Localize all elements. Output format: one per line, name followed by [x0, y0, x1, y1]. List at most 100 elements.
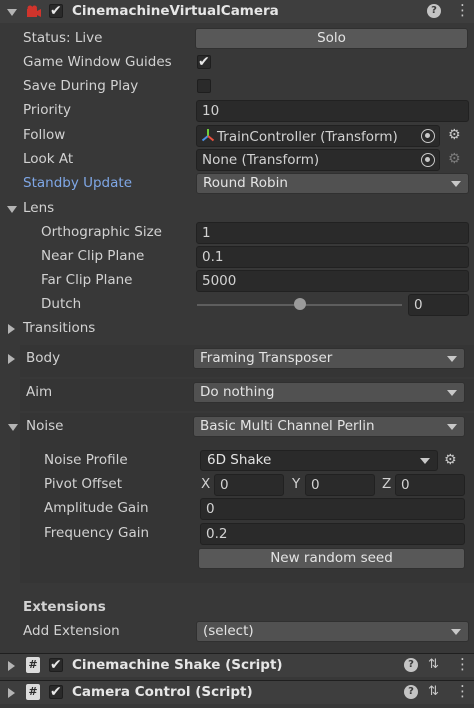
- dutch-label: Dutch: [41, 296, 82, 312]
- extensions-heading-row: Extensions: [0, 596, 474, 620]
- dutch-row: Dutch 0: [0, 293, 474, 317]
- dutch-input[interactable]: 0: [408, 294, 469, 316]
- component-foldout-arrow[interactable]: [8, 688, 15, 698]
- pivot-offset-y-input[interactable]: 0: [305, 474, 375, 496]
- object-picker-icon[interactable]: [421, 153, 435, 167]
- noise-profile-dropdown[interactable]: 6D Shake: [200, 450, 438, 471]
- new-random-seed-button[interactable]: New random seed: [198, 548, 465, 569]
- noise-dropdown[interactable]: Basic Multi Channel Perlin: [193, 416, 465, 437]
- transform-axes-icon: [201, 128, 215, 146]
- component-title: Camera Control (Script): [72, 684, 253, 700]
- body-value: Framing Transposer: [200, 350, 333, 366]
- context-menu-icon[interactable]: ⋮: [455, 657, 470, 672]
- standby-update-label: Standby Update: [23, 175, 133, 191]
- pivot-offset-label: Pivot Offset: [44, 476, 122, 492]
- gear-icon: ⚙: [448, 151, 461, 167]
- pivot-offset-z-input[interactable]: 0: [395, 474, 465, 496]
- script-icon: #: [26, 684, 40, 700]
- lens-foldout-row[interactable]: Lens: [0, 197, 474, 221]
- near-clip-plane-label: Near Clip Plane: [41, 248, 145, 264]
- component-header-cinemachine-virtual-camera[interactable]: ✔ CinemachineVirtualCamera ? ⋮: [0, 0, 474, 23]
- transitions-foldout-arrow[interactable]: [8, 324, 15, 334]
- status-row: Status: Live Solo: [0, 27, 474, 51]
- component-header-camera-control[interactable]: # ✔ Camera Control (Script) ? ⇅ ⋮: [0, 680, 474, 704]
- amplitude-gain-input[interactable]: 0: [200, 498, 465, 520]
- dropdown-arrow-icon: [447, 424, 457, 430]
- body-label: Body: [26, 350, 61, 366]
- body-foldout-arrow[interactable]: [8, 354, 15, 364]
- noise-profile-label: Noise Profile: [44, 452, 128, 468]
- noise-foldout-arrow[interactable]: [8, 424, 18, 431]
- gear-icon[interactable]: ⚙: [444, 453, 457, 467]
- priority-input[interactable]: 10: [196, 100, 469, 122]
- context-menu-icon[interactable]: ⋮: [455, 684, 470, 699]
- game-window-guides-row: Game Window Guides ✔: [0, 51, 474, 75]
- body-row: Body Framing Transposer: [0, 347, 474, 371]
- save-during-play-row: Save During Play: [0, 75, 474, 99]
- noise-profile-value: 6D Shake: [207, 452, 272, 468]
- standby-update-row: Standby Update Round Robin: [0, 172, 474, 196]
- new-random-seed-row: New random seed: [0, 547, 474, 571]
- pivot-offset-x-input[interactable]: 0: [214, 474, 284, 496]
- body-dropdown[interactable]: Framing Transposer: [193, 348, 465, 369]
- standby-update-value: Round Robin: [203, 175, 288, 191]
- aim-label: Aim: [26, 384, 53, 400]
- aim-dropdown[interactable]: Do nothing: [193, 382, 465, 403]
- orthographic-size-row: Orthographic Size 1: [0, 221, 474, 245]
- near-clip-plane-input[interactable]: 0.1: [196, 246, 469, 268]
- help-icon[interactable]: ?: [404, 685, 418, 699]
- add-extension-row: Add Extension (select): [0, 620, 474, 644]
- preset-icon[interactable]: ⇅: [428, 685, 439, 699]
- add-extension-label: Add Extension: [23, 623, 120, 639]
- script-icon: #: [26, 657, 40, 673]
- look-at-object-field[interactable]: None (Transform): [196, 149, 440, 171]
- checkmark-icon: ✔: [50, 684, 62, 700]
- noise-row: Noise Basic Multi Channel Perlin: [0, 415, 474, 439]
- dutch-slider-thumb[interactable]: [293, 298, 306, 310]
- solo-button[interactable]: Solo: [195, 28, 468, 49]
- standby-update-dropdown[interactable]: Round Robin: [196, 173, 469, 194]
- transitions-foldout-row[interactable]: Transitions: [0, 317, 474, 341]
- amplitude-gain-row: Amplitude Gain 0: [0, 497, 474, 521]
- follow-row: Follow TrainController (Transform) ⚙: [0, 124, 474, 148]
- noise-profile-row: Noise Profile 6D Shake ⚙: [0, 449, 474, 473]
- transitions-label: Transitions: [23, 320, 96, 336]
- far-clip-plane-row: Far Clip Plane 5000: [0, 269, 474, 293]
- checkmark-icon: ✔: [198, 54, 210, 70]
- dropdown-arrow-icon: [420, 458, 430, 464]
- lens-label: Lens: [23, 200, 55, 216]
- follow-label: Follow: [23, 127, 66, 143]
- follow-object-field[interactable]: TrainController (Transform): [196, 125, 440, 147]
- orthographic-size-input[interactable]: 1: [196, 222, 469, 244]
- pivot-offset-row: Pivot Offset X 0 Y 0 Z 0: [0, 473, 474, 497]
- amplitude-gain-label: Amplitude Gain: [44, 500, 149, 516]
- pivot-offset-y-label: Y: [292, 476, 301, 492]
- lens-foldout-arrow[interactable]: [7, 206, 17, 213]
- object-picker-icon[interactable]: [421, 129, 435, 143]
- noise-label: Noise: [26, 418, 64, 434]
- extensions-heading: Extensions: [23, 599, 106, 615]
- follow-value: TrainController (Transform): [217, 129, 398, 145]
- pivot-offset-z-label: Z: [382, 476, 392, 492]
- dropdown-arrow-icon: [451, 181, 461, 187]
- frequency-gain-input[interactable]: 0.2: [200, 523, 465, 545]
- add-extension-dropdown[interactable]: (select): [196, 621, 469, 642]
- game-window-guides-label: Game Window Guides: [23, 54, 172, 70]
- help-icon[interactable]: ?: [404, 658, 418, 672]
- component-header-cinemachine-shake[interactable]: # ✔ Cinemachine Shake (Script) ? ⇅ ⋮: [0, 653, 474, 677]
- save-during-play-toggle[interactable]: [197, 79, 211, 93]
- far-clip-plane-input[interactable]: 5000: [196, 270, 469, 292]
- preset-icon[interactable]: ⇅: [428, 658, 439, 672]
- context-menu-icon[interactable]: ⋮: [455, 3, 470, 18]
- dropdown-arrow-icon: [447, 390, 457, 396]
- look-at-row: Look At None (Transform) ⚙: [0, 148, 474, 172]
- dropdown-arrow-icon: [447, 356, 457, 362]
- aim-row: Aim Do nothing: [0, 381, 474, 405]
- dropdown-arrow-icon: [451, 629, 461, 635]
- gear-icon[interactable]: ⚙: [448, 128, 461, 142]
- component-foldout-arrow[interactable]: [7, 9, 17, 16]
- component-title: CinemachineVirtualCamera: [72, 3, 279, 19]
- component-foldout-arrow[interactable]: [8, 661, 15, 671]
- help-icon[interactable]: ?: [427, 4, 441, 18]
- frequency-gain-label: Frequency Gain: [44, 525, 150, 541]
